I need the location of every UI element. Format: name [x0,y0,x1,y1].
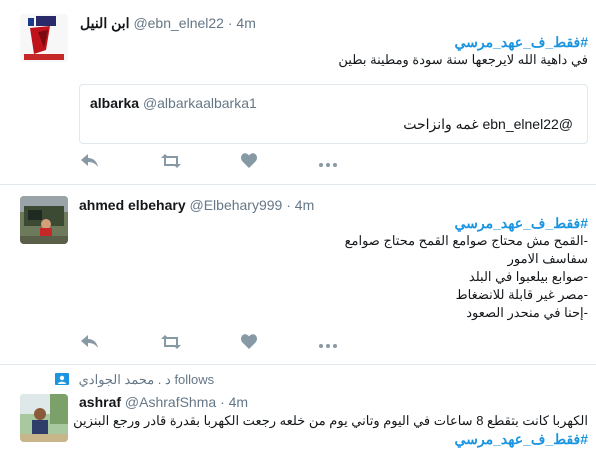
reply-icon [81,334,99,354]
quoted-tweet[interactable]: albarka @albarkaalbarka1 @ebn_elnel22 غم… [79,84,588,144]
hashtag-link[interactable]: #فقط_ف_عهد_مرسي [78,430,589,448]
tweet-line: -إحنا في منحدر الصعود [466,305,588,320]
quote-text: @ebn_elnel22 غمه وانزاحت [403,116,573,132]
tweet-divider [0,364,596,365]
heart-icon [241,334,257,354]
avatar[interactable] [20,196,68,244]
tweet-header: ahmed elbehary @Elbehary999 · 4m [79,197,314,213]
timestamp[interactable]: 4m [236,15,255,31]
heart-icon [241,153,257,173]
user-handle[interactable]: @Elbehary999 [190,197,283,213]
more-dots-icon [319,154,337,172]
tweet-text: #فقط_ف_عهد_مرسي -القمح مش محتاج صوامع ال… [88,214,588,322]
retweet-icon [161,153,181,173]
timestamp[interactable]: 4m [295,197,314,213]
retweet-button[interactable] [160,334,182,354]
quote-user-handle: @albarkaalbarka1 [142,95,257,111]
follows-user-icon [55,372,69,389]
tweet-line: -مصر غير قابلة للانضغاط [455,287,588,302]
display-name[interactable]: ashraf [79,394,121,410]
retweet-button[interactable] [160,153,182,173]
display-name[interactable]: ahmed elbehary [79,197,186,213]
more-button[interactable] [317,153,339,173]
like-button[interactable] [238,153,260,173]
reply-button[interactable] [79,334,101,354]
tweet-header: ابن النيل @ebn_elnel22 · 4m [80,15,256,32]
avatar[interactable] [20,14,68,62]
user-handle[interactable]: @AshrafShma [125,394,216,410]
follows-context: د . محمد الجوادي follows [55,372,214,389]
tweet-line: سفاسف الامور [507,251,588,266]
reply-icon [81,153,99,173]
follows-label: follows [174,372,215,387]
tweet-header: ashraf @AshrafShma · 4m [79,394,248,410]
tweet-line: -القمح مش محتاج صوامع القمح محتاج صوامع [344,233,588,248]
quote-display-name: albarka [90,95,140,111]
tweet-line: -صوابع بيلعبوا في البلد [468,269,588,284]
hashtag-link[interactable]: #فقط_ف_عهد_مرسي [88,214,589,232]
more-button[interactable] [317,334,339,354]
more-dots-icon [319,335,337,353]
like-button[interactable] [238,334,260,354]
avatar[interactable] [20,394,68,442]
separator-dot: · [220,394,225,410]
tweet-text: الكهربا كانت بتقطع 8 ساعات في اليوم وتان… [73,412,589,448]
quote-header: albarka @albarkaalbarka1 [90,95,257,111]
hashtag-link[interactable]: #فقط_ف_عهد_مرسي [88,33,589,51]
separator-dot: · [286,197,291,213]
tweet-text: #فقط_ف_عهد_مرسي في داهية الله لايرجعها س… [88,33,588,69]
tweet-body: في داهية الله لايرجعها سنة سودة ومطينة ب… [338,52,588,67]
reply-button[interactable] [79,153,101,173]
timestamp[interactable]: 4m [229,394,248,410]
retweet-icon [161,334,181,354]
user-handle[interactable]: @ebn_elnel22 [133,15,224,31]
tweet-body: الكهربا كانت بتقطع 8 ساعات في اليوم وتان… [73,413,588,428]
display-name[interactable]: ابن النيل [80,15,130,31]
tweet-divider [0,184,596,185]
separator-dot: · [227,15,233,31]
follows-name[interactable]: د . محمد الجوادي [79,372,171,387]
